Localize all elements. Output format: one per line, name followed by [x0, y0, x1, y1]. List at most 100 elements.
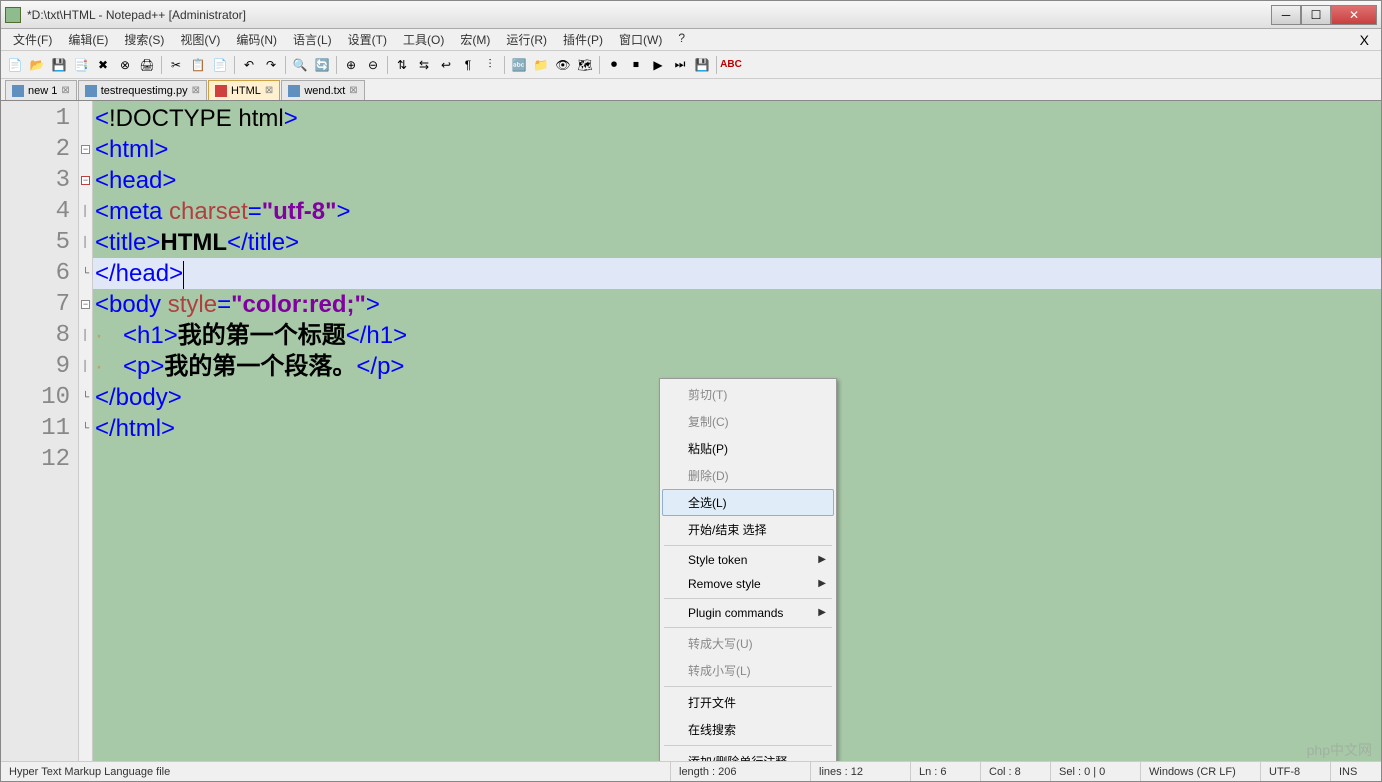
- menu-plugins[interactable]: 插件(P): [555, 29, 611, 50]
- open-file-icon[interactable]: 📂: [27, 55, 47, 75]
- file-tab-icon: [85, 85, 97, 97]
- zoom-out-icon[interactable]: ⊖: [363, 55, 383, 75]
- save-all-icon[interactable]: 📑: [71, 55, 91, 75]
- menu-help[interactable]: ?: [670, 29, 693, 50]
- close-button[interactable]: ✕: [1331, 5, 1377, 25]
- tab-close-icon[interactable]: ⊠: [192, 85, 200, 96]
- indent-guide-icon[interactable]: ⫶: [480, 55, 500, 75]
- menu-items: 文件(F) 编辑(E) 搜索(S) 视图(V) 编码(N) 语言(L) 设置(T…: [5, 29, 693, 50]
- line-number: 2: [1, 134, 78, 165]
- menu-file[interactable]: 文件(F): [5, 29, 60, 50]
- toolbar-sep: [387, 56, 388, 74]
- file-tab-active[interactable]: HTML ⊠: [208, 80, 280, 100]
- zoom-in-icon[interactable]: ⊕: [341, 55, 361, 75]
- fold-box-icon[interactable]: −: [79, 134, 92, 165]
- watermark: php中文网: [1307, 740, 1372, 760]
- ctx-paste[interactable]: 粘贴(P): [662, 435, 834, 462]
- fold-box-icon[interactable]: −: [79, 165, 92, 196]
- redo-icon[interactable]: ↷: [261, 55, 281, 75]
- ctx-separator: [664, 745, 832, 746]
- sync-v-icon[interactable]: ⇅: [392, 55, 412, 75]
- tabbar: new 1 ⊠ testrequestimg.py ⊠ HTML ⊠ wend.…: [1, 79, 1381, 101]
- ctx-lowercase: 转成小写(L): [662, 657, 834, 684]
- close-file-icon[interactable]: ✖: [93, 55, 113, 75]
- new-file-icon[interactable]: 📄: [5, 55, 25, 75]
- undo-icon[interactable]: ↶: [239, 55, 259, 75]
- record-icon[interactable]: ⏺: [604, 55, 624, 75]
- fold-box-icon[interactable]: −: [79, 289, 92, 320]
- find-icon[interactable]: 🔍: [290, 55, 310, 75]
- app-icon: [5, 7, 21, 23]
- ctx-remove-style[interactable]: Remove style▶: [662, 572, 834, 596]
- code-line[interactable]: <title>HTML</title>: [93, 227, 1381, 258]
- folder-icon[interactable]: 📁: [531, 55, 551, 75]
- doc-map-icon[interactable]: 🗺: [575, 55, 595, 75]
- toolbar-sep: [504, 56, 505, 74]
- menu-window[interactable]: 窗口(W): [611, 29, 670, 50]
- fold-mark: [79, 444, 92, 475]
- play-multi-icon[interactable]: ⏭: [670, 55, 690, 75]
- fold-column: − − │ │ └ − │ │ └ └: [79, 101, 93, 761]
- file-tab[interactable]: testrequestimg.py ⊠: [78, 80, 207, 100]
- menu-edit[interactable]: 编辑(E): [60, 29, 116, 50]
- line-number: 5: [1, 227, 78, 258]
- maximize-button[interactable]: ☐: [1301, 5, 1331, 25]
- show-all-icon[interactable]: ¶: [458, 55, 478, 75]
- wrap-icon[interactable]: ↩: [436, 55, 456, 75]
- ctx-toggle-comment[interactable]: 添加/删除单行注释: [662, 748, 834, 761]
- menu-search[interactable]: 搜索(S): [116, 29, 172, 50]
- ctx-separator: [664, 627, 832, 628]
- status-lines: lines : 12: [811, 762, 911, 781]
- print-icon[interactable]: 🖨: [137, 55, 157, 75]
- line-number: 6: [1, 258, 78, 289]
- doc-close-x[interactable]: X: [1352, 32, 1377, 48]
- lang-icon[interactable]: 🔤: [509, 55, 529, 75]
- code-line[interactable]: <meta charset="utf-8">: [93, 196, 1381, 227]
- menu-macro[interactable]: 宏(M): [452, 29, 498, 50]
- ctx-plugin-commands[interactable]: Plugin commands▶: [662, 601, 834, 625]
- stop-icon[interactable]: ⏹: [626, 55, 646, 75]
- cut-icon[interactable]: ✂: [166, 55, 186, 75]
- close-all-icon[interactable]: ⊗: [115, 55, 135, 75]
- editor-area[interactable]: 1 2 3 4 5 6 7 8 9 10 11 12 − − │ │ └ − │…: [1, 101, 1381, 761]
- save-icon[interactable]: 💾: [49, 55, 69, 75]
- tab-close-icon[interactable]: ⊠: [349, 85, 357, 96]
- ctx-open-file[interactable]: 打开文件: [662, 689, 834, 716]
- minimize-button[interactable]: ─: [1271, 5, 1301, 25]
- monitor-icon[interactable]: 👁: [553, 55, 573, 75]
- paste-icon[interactable]: 📄: [210, 55, 230, 75]
- menu-run[interactable]: 运行(R): [498, 29, 555, 50]
- ctx-search-online[interactable]: 在线搜索: [662, 716, 834, 743]
- replace-icon[interactable]: 🔄: [312, 55, 332, 75]
- menu-settings[interactable]: 设置(T): [340, 29, 395, 50]
- line-number: 1: [1, 103, 78, 134]
- menu-view[interactable]: 视图(V): [172, 29, 228, 50]
- ctx-cut: 剪切(T): [662, 381, 834, 408]
- ctx-select-all[interactable]: 全选(L): [662, 489, 834, 516]
- code-line[interactable]: · <h1>我的第一个标题</h1>: [93, 320, 1381, 351]
- submenu-arrow-icon: ▶: [818, 578, 826, 589]
- sync-h-icon[interactable]: ⇆: [414, 55, 434, 75]
- code-line[interactable]: <html>: [93, 134, 1381, 165]
- ctx-style-token[interactable]: Style token▶: [662, 548, 834, 572]
- code-line[interactable]: <head>: [93, 165, 1381, 196]
- ctx-begin-end-select[interactable]: 开始/结束 选择: [662, 516, 834, 543]
- spellcheck-icon[interactable]: ABC: [721, 55, 741, 75]
- tab-close-icon[interactable]: ⊠: [61, 85, 69, 96]
- code-line[interactable]: <body style="color:red;">: [93, 289, 1381, 320]
- titlebar[interactable]: *D:\txt\HTML - Notepad++ [Administrator]…: [1, 1, 1381, 29]
- code-line[interactable]: <!DOCTYPE html>: [93, 103, 1381, 134]
- file-tab[interactable]: wend.txt ⊠: [281, 80, 364, 100]
- save-macro-icon[interactable]: 💾: [692, 55, 712, 75]
- menu-encoding[interactable]: 编码(N): [228, 29, 285, 50]
- toolbar: 📄 📂 💾 📑 ✖ ⊗ 🖨 ✂ 📋 📄 ↶ ↷ 🔍 🔄 ⊕ ⊖ ⇅ ⇆ ↩ ¶ …: [1, 51, 1381, 79]
- play-icon[interactable]: ▶: [648, 55, 668, 75]
- tab-close-icon[interactable]: ⊠: [265, 85, 273, 96]
- menu-language[interactable]: 语言(L): [285, 29, 340, 50]
- code-line-current[interactable]: </head>: [93, 258, 1381, 289]
- fold-line: │: [79, 227, 92, 258]
- file-tab[interactable]: new 1 ⊠: [5, 80, 77, 100]
- copy-icon[interactable]: 📋: [188, 55, 208, 75]
- ctx-separator: [664, 545, 832, 546]
- menu-tools[interactable]: 工具(O): [395, 29, 452, 50]
